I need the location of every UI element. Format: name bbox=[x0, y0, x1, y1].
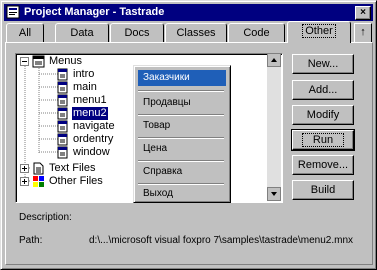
collapse-icon[interactable] bbox=[20, 57, 29, 66]
tree-node-label: main bbox=[73, 81, 97, 93]
run-button-label: Run bbox=[301, 133, 345, 147]
modify-button[interactable]: Modify bbox=[292, 105, 354, 125]
tree-node-label: intro bbox=[73, 68, 95, 80]
context-menu: Заказчики Продавцы Товар Цена Справка Вы… bbox=[133, 65, 231, 203]
vertical-scrollbar[interactable] bbox=[267, 53, 281, 201]
menu-folder-icon bbox=[32, 55, 45, 68]
tab-all-label: All bbox=[18, 27, 32, 39]
tab-all[interactable]: All bbox=[6, 23, 44, 42]
project-manager-icon bbox=[6, 5, 20, 19]
expand-icon[interactable] bbox=[20, 164, 29, 173]
menu-separator bbox=[138, 183, 224, 185]
menu-item-customers[interactable]: Заказчики bbox=[138, 70, 226, 86]
title-bar[interactable]: Project Manager - Tastrade × bbox=[4, 4, 373, 21]
menu-separator bbox=[138, 114, 224, 116]
menu-file-icon bbox=[57, 107, 68, 120]
new-button[interactable]: New... bbox=[292, 54, 354, 74]
close-button[interactable]: × bbox=[355, 6, 371, 20]
tab-data[interactable]: Data bbox=[55, 23, 109, 42]
menu-separator bbox=[138, 137, 224, 139]
tab-docs-label: Docs bbox=[124, 27, 150, 39]
tab-other[interactable]: Other bbox=[287, 21, 351, 43]
tree-node-label: Menus bbox=[49, 55, 83, 67]
run-button[interactable]: Run bbox=[291, 129, 355, 151]
menu-file-icon bbox=[57, 120, 68, 133]
menu-file-icon bbox=[57, 133, 68, 146]
collapse-button[interactable]: ↑ bbox=[354, 23, 372, 43]
add-button[interactable]: Add... bbox=[292, 80, 354, 100]
path-label: Path: bbox=[19, 235, 43, 246]
menu-item-help[interactable]: Справка bbox=[138, 164, 226, 180]
tree-node-label: navigate bbox=[73, 120, 115, 132]
tab-classes-label: Classes bbox=[176, 27, 216, 39]
menu-item-sales-reps[interactable]: Продавцы bbox=[138, 95, 226, 111]
window-title: Project Manager - Tastrade bbox=[24, 6, 165, 18]
tree-node-label: ordentry bbox=[73, 133, 114, 145]
menu-item-products[interactable]: Товар bbox=[138, 118, 226, 134]
menu-separator bbox=[138, 160, 224, 162]
tab-code-label: Code bbox=[243, 27, 270, 39]
tab-other-label: Other bbox=[302, 24, 336, 38]
remove-button[interactable]: Remove... bbox=[292, 155, 354, 175]
menu-file-icon bbox=[57, 146, 68, 159]
expand-icon[interactable] bbox=[20, 177, 29, 186]
project-manager-window: Project Manager - Tastrade × All Data Do… bbox=[0, 0, 377, 270]
path-value: d:\...\microsoft visual foxpro 7\samples… bbox=[89, 235, 353, 246]
menu-separator bbox=[138, 90, 224, 92]
tree-node-label-selected: menu2 bbox=[72, 107, 108, 120]
tab-classes[interactable]: Classes bbox=[165, 23, 227, 42]
other-files-icon bbox=[33, 176, 44, 187]
tree-node-label: Other Files bbox=[49, 175, 103, 187]
menu-item-price[interactable]: Цена bbox=[138, 141, 226, 157]
tab-data-label: Data bbox=[70, 27, 94, 39]
tab-docs[interactable]: Docs bbox=[110, 23, 164, 42]
tree-node-label: window bbox=[73, 146, 110, 158]
text-file-icon bbox=[33, 162, 44, 175]
tree-node-label: Text Files bbox=[49, 162, 96, 174]
build-button[interactable]: Build bbox=[292, 180, 354, 200]
description-label: Description: bbox=[19, 212, 72, 223]
menu-file-icon bbox=[57, 81, 68, 94]
menu-file-icon bbox=[57, 94, 68, 107]
menu-file-icon bbox=[57, 68, 68, 81]
menu-item-exit[interactable]: Выход bbox=[138, 186, 226, 202]
tab-code[interactable]: Code bbox=[228, 23, 285, 42]
tree-node-label: menu1 bbox=[73, 94, 107, 106]
